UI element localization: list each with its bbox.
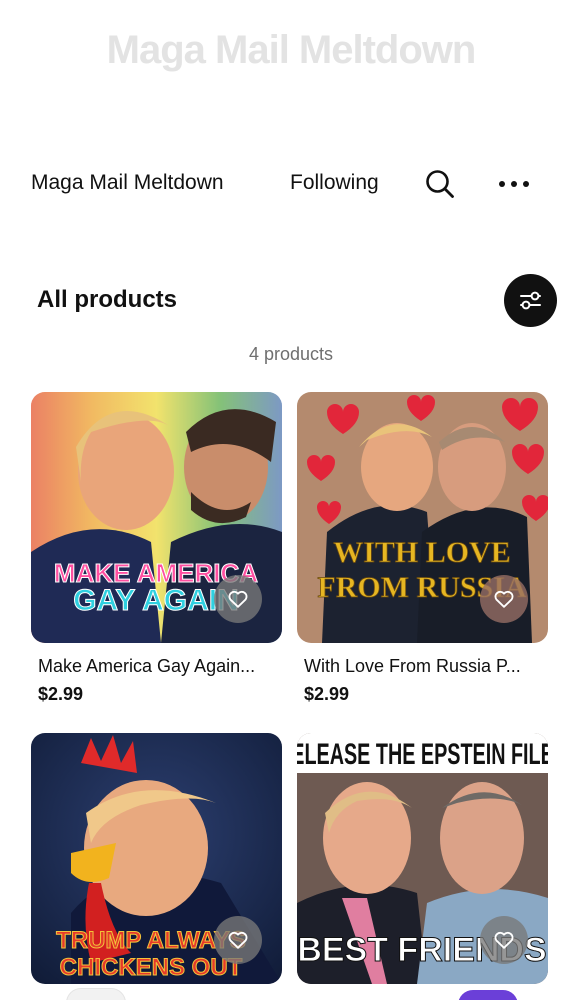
bottom-nav-pill[interactable] (66, 988, 126, 1000)
image-caption-line-1: RELEASE THE EPSTEIN FILES (297, 738, 548, 771)
section-title: All products (37, 286, 178, 313)
heart-icon (494, 590, 514, 608)
product-card[interactable]: TRUMP ALWAYS CHICKENS OUT (31, 733, 282, 984)
heart-icon (228, 590, 248, 608)
shop-banner-title: Maga Mail Meltdown (106, 28, 477, 72)
shop-header: Maga Mail Meltdown Following (31, 166, 551, 202)
product-image[interactable]: MAKE AMERICA GAY AGAIN (31, 392, 282, 643)
search-icon[interactable] (424, 168, 456, 200)
product-title[interactable]: With Love From Russia P... (304, 656, 548, 677)
product-price: $2.99 (304, 684, 350, 704)
image-caption-line-2: CHICKENS OUT (60, 954, 243, 981)
product-title[interactable]: Make America Gay Again... (38, 656, 282, 677)
favorite-button[interactable] (214, 575, 262, 623)
heart-icon (228, 931, 248, 949)
image-caption-line-1: WITH LOVE (333, 536, 511, 569)
heart-icon (494, 931, 514, 949)
product-count: 4 products (248, 344, 334, 364)
product-image[interactable]: TRUMP ALWAYS CHICKENS OUT (31, 733, 282, 984)
product-image[interactable]: WITH LOVE FROM RUSSIA (297, 392, 548, 643)
product-card[interactable]: WITH LOVE FROM RUSSIA With Love From Rus… (297, 392, 548, 712)
favorite-button[interactable] (480, 916, 528, 964)
favorite-button[interactable] (480, 575, 528, 623)
more-dots-icon[interactable] (496, 168, 532, 200)
filter-sliders-icon (520, 291, 541, 310)
product-price: $2.99 (38, 684, 84, 704)
shop-name[interactable]: Maga Mail Meltdown (31, 171, 224, 195)
product-card[interactable]: MAKE AMERICA GAY AGAIN Make America Gay … (31, 392, 282, 712)
product-image[interactable]: RELEASE THE EPSTEIN FILES BEST FRIENDS (297, 733, 548, 984)
bottom-action-button[interactable] (458, 990, 518, 1000)
product-card[interactable]: RELEASE THE EPSTEIN FILES BEST FRIENDS (297, 733, 548, 984)
following-button[interactable]: Following (290, 171, 379, 195)
filter-button[interactable] (504, 274, 557, 327)
favorite-button[interactable] (214, 916, 262, 964)
